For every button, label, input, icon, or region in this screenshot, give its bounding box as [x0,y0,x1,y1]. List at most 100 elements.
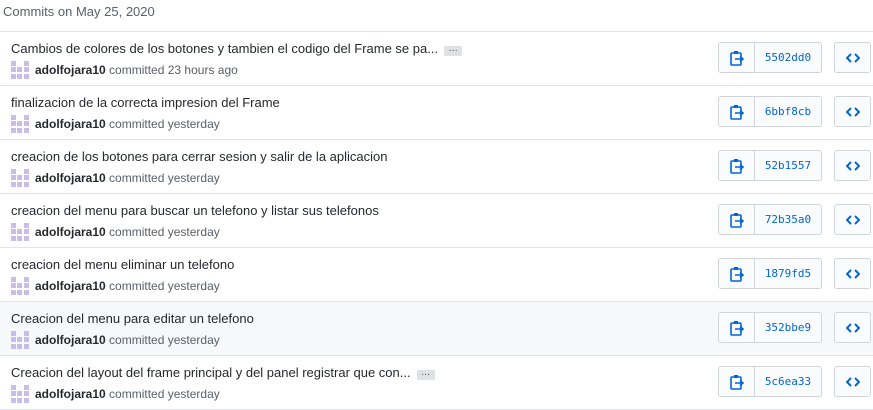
commit-row: Creacion del menu para editar un telefon… [0,302,873,356]
ellipsis-icon[interactable]: … [416,369,435,380]
browse-repo-button[interactable] [834,204,871,235]
copy-sha-button[interactable] [719,205,755,234]
commit-meta: adolfojara10 committed yesterday [11,277,220,295]
commit-message-container: Creacion del layout del frame principal … [11,365,435,381]
commit-time: yesterday [167,117,220,131]
avatar[interactable] [11,277,29,295]
commit-row: creacion del menu eliminar un telefono a… [0,248,873,302]
author-link[interactable]: adolfojara10 [35,333,106,347]
avatar[interactable] [11,169,29,187]
commit-sha-group: 352bbe9 [718,312,822,343]
commit-message-container: creacion de los botones para cerrar sesi… [11,149,387,165]
browse-repo-button[interactable] [834,366,871,397]
commit-sha-link[interactable]: 72b35a0 [755,205,821,234]
commit-message-container: creacion del menu para buscar un telefon… [11,203,379,219]
commit-time: yesterday [167,387,220,401]
commit-action: committed [109,171,165,185]
author-link[interactable]: adolfojara10 [35,171,106,185]
commit-sha-group: 52b1557 [718,150,822,181]
commit-message-container: Cambios de colores de los botones y tamb… [11,41,463,57]
commit-row: creacion del menu para buscar un telefon… [0,194,873,248]
clipboard-icon [729,50,744,66]
clipboard-icon [729,212,744,228]
author-link[interactable]: adolfojara10 [35,63,106,77]
commit-message-container: Creacion del menu para editar un telefon… [11,311,254,327]
avatar[interactable] [11,385,29,403]
avatar[interactable] [11,61,29,79]
code-brackets-icon [845,160,860,171]
commit-sha-group: 72b35a0 [718,204,822,235]
author-link[interactable]: adolfojara10 [35,225,106,239]
commit-meta: adolfojara10 committed yesterday [11,385,220,403]
commit-sha-group: 5502dd0 [718,42,822,73]
commit-sha-link[interactable]: 5c6ea33 [755,367,821,396]
commit-message-container: finalizacion de la correcta impresion de… [11,95,280,111]
ellipsis-icon[interactable]: … [444,45,463,56]
browse-repo-button[interactable] [834,150,871,181]
commit-row: finalizacion de la correcta impresion de… [0,86,873,140]
commit-message-link[interactable]: Creacion del layout del frame principal … [11,365,411,380]
commit-time: yesterday [167,279,220,293]
copy-sha-button[interactable] [719,151,755,180]
commit-sha-group: 5c6ea33 [718,366,822,397]
commit-sha-group: 1879fd5 [718,258,822,289]
commit-list: Cambios de colores de los botones y tamb… [0,31,873,410]
clipboard-icon [729,374,744,390]
commit-date-header: Commits on May 25, 2020 [3,4,155,19]
code-brackets-icon [845,376,860,387]
commit-meta: adolfojara10 committed yesterday [11,115,220,133]
avatar[interactable] [11,223,29,241]
copy-sha-button[interactable] [719,367,755,396]
code-brackets-icon [845,268,860,279]
commit-action: committed [109,387,165,401]
commit-time: yesterday [167,225,220,239]
copy-sha-button[interactable] [719,313,755,342]
clipboard-icon [729,104,744,120]
browse-repo-button[interactable] [834,258,871,289]
commit-sha-link[interactable]: 352bbe9 [755,313,821,342]
commit-row: Cambios de colores de los botones y tamb… [0,32,873,86]
commit-time: yesterday [167,333,220,347]
author-link[interactable]: adolfojara10 [35,387,106,401]
commit-message-link[interactable]: creacion del menu para buscar un telefon… [11,203,379,218]
commit-sha-link[interactable]: 52b1557 [755,151,821,180]
avatar[interactable] [11,331,29,349]
commit-action: committed [109,333,165,347]
commit-sha-link[interactable]: 6bbf8cb [755,97,821,126]
commit-meta: adolfojara10 committed yesterday [11,169,220,187]
code-brackets-icon [845,106,860,117]
copy-sha-button[interactable] [719,259,755,288]
browse-repo-button[interactable] [834,96,871,127]
author-link[interactable]: adolfojara10 [35,117,106,131]
copy-sha-button[interactable] [719,97,755,126]
commit-action: committed [109,63,165,77]
commit-time: 23 hours ago [167,63,238,77]
browse-repo-button[interactable] [834,42,871,73]
commit-time: yesterday [167,171,220,185]
browse-repo-button[interactable] [834,312,871,343]
commit-sha-link[interactable]: 1879fd5 [755,259,821,288]
clipboard-icon [729,266,744,282]
commit-message-link[interactable]: creacion del menu eliminar un telefono [11,257,234,272]
commit-row: creacion de los botones para cerrar sesi… [0,140,873,194]
commit-message-link[interactable]: Cambios de colores de los botones y tamb… [11,41,438,56]
commit-action: committed [109,225,165,239]
commit-meta: adolfojara10 committed 23 hours ago [11,61,238,79]
copy-sha-button[interactable] [719,43,755,72]
commit-meta: adolfojara10 committed yesterday [11,331,220,349]
author-link[interactable]: adolfojara10 [35,279,106,293]
commit-message-link[interactable]: finalizacion de la correcta impresion de… [11,95,280,110]
avatar[interactable] [11,115,29,133]
commit-meta: adolfojara10 committed yesterday [11,223,220,241]
code-brackets-icon [845,214,860,225]
code-brackets-icon [845,52,860,63]
commit-action: committed [109,279,165,293]
clipboard-icon [729,320,744,336]
commit-message-link[interactable]: Creacion del menu para editar un telefon… [11,311,254,326]
commit-message-container: creacion del menu eliminar un telefono [11,257,234,273]
commit-sha-link[interactable]: 5502dd0 [755,43,821,72]
code-brackets-icon [845,322,860,333]
commit-sha-group: 6bbf8cb [718,96,822,127]
commit-message-link[interactable]: creacion de los botones para cerrar sesi… [11,149,387,164]
commit-action: committed [109,117,165,131]
